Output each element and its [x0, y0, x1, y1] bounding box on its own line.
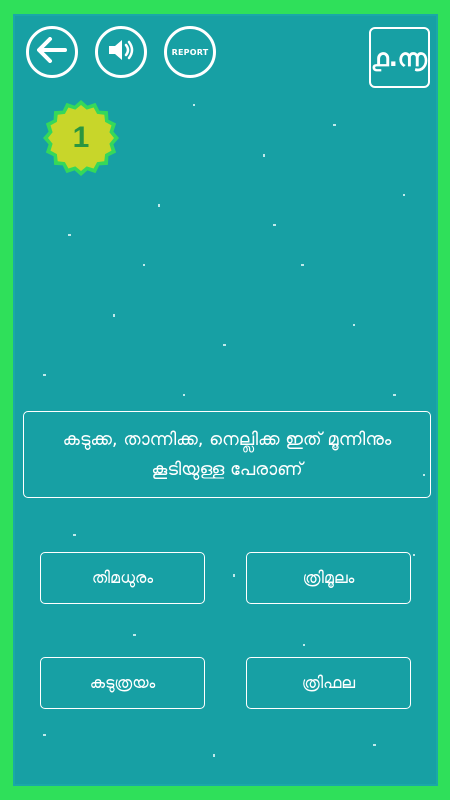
speaker-icon — [106, 37, 136, 67]
question-text: കടുക്ക, താന്നിക്ക, നെല്ലിക്ക ഇത് മൂന്നിന… — [62, 428, 392, 480]
timer-display: ൧.൬ — [369, 27, 430, 88]
report-label: REPORT — [171, 47, 209, 57]
option-label: ത്രിമൂലം — [302, 568, 355, 587]
report-button[interactable]: REPORT — [164, 26, 216, 78]
sound-button[interactable] — [95, 26, 147, 78]
option-button-3[interactable]: കടുത്രയം — [40, 657, 205, 709]
question-number-badge: 1 — [42, 99, 120, 177]
option-label: കടുത്രയം — [89, 673, 156, 692]
option-button-4[interactable]: ത്രിഫല — [246, 657, 411, 709]
option-button-1[interactable]: തിമധുരം — [40, 552, 205, 604]
question-box: കടുക്ക, താന്നിക്ക, നെല്ലിക്ക ഇത് മൂന്നിന… — [23, 411, 431, 498]
option-label: ത്രിഫല — [301, 673, 356, 692]
arrow-left-icon — [37, 37, 67, 67]
option-button-2[interactable]: ത്രിമൂലം — [246, 552, 411, 604]
back-button[interactable] — [26, 26, 78, 78]
timer-value: ൧.൬ — [372, 43, 427, 72]
question-number: 1 — [72, 121, 90, 154]
option-label: തിമധുരം — [91, 568, 154, 587]
